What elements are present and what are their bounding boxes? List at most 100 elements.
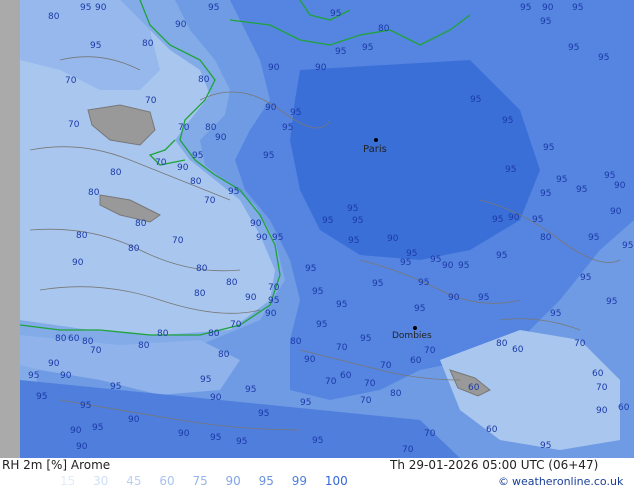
contour-label: 95 xyxy=(290,108,301,118)
legend-value-30: 30 xyxy=(93,474,109,488)
contour-label: 90 xyxy=(175,20,187,30)
contour-label: 95 xyxy=(335,47,346,57)
contour-label: 90 xyxy=(265,103,277,113)
contour-label: 95 xyxy=(92,423,103,433)
contour-label: 90 xyxy=(268,63,280,73)
contour-label: 70 xyxy=(596,383,608,393)
contour-label: 70 xyxy=(380,361,392,371)
contour-label: 95 xyxy=(90,41,101,51)
contour-label: 70 xyxy=(336,343,348,353)
contour-label: 95 xyxy=(210,433,221,443)
contour-label: 95 xyxy=(192,151,203,161)
contour-label: 60 xyxy=(468,383,480,393)
contour-label: 90 xyxy=(304,355,316,365)
contour-label: 95 xyxy=(418,278,429,288)
contour-label: 90 xyxy=(215,133,227,143)
contour-label: 80 xyxy=(290,337,302,347)
contour-label: 90 xyxy=(60,371,72,381)
contour-label: 95 xyxy=(322,216,333,226)
contour-label: 80 xyxy=(208,329,220,339)
legend-value-45: 45 xyxy=(126,474,142,488)
contour-label: 80 xyxy=(390,389,402,399)
contour-label: 90 xyxy=(72,258,84,268)
contour-label: 70 xyxy=(230,320,242,330)
contour-label: 95 xyxy=(80,401,91,411)
contour-label: 95 xyxy=(543,143,554,153)
contour-label: 95 xyxy=(606,297,617,307)
contour-label: 80 xyxy=(205,123,217,133)
contour-label: 95 xyxy=(598,53,609,63)
contour-label: 80 xyxy=(128,244,140,254)
contour-label: 80 xyxy=(226,278,238,288)
contour-label: 80 xyxy=(142,39,154,49)
legend-value-60: 60 xyxy=(159,474,175,488)
map-footer: RH 2m [%] Arome Th 29-01-2026 05:00 UTC … xyxy=(0,458,634,490)
contour-label: 95 xyxy=(300,398,311,408)
copyright-icon: © xyxy=(498,475,509,488)
rh-map-canvas: 95 90 80 90 95 95 80 95 95 95 90 95 95 9… xyxy=(0,0,634,458)
contour-label: 60 xyxy=(410,356,422,366)
contour-label: 95 xyxy=(372,279,383,289)
contour-label: 70 xyxy=(155,158,167,168)
contour-label: 60 xyxy=(618,403,630,413)
contour-label: 95 xyxy=(540,189,551,199)
contour-label: 95 xyxy=(470,95,481,105)
contour-label: 60 xyxy=(592,369,604,379)
contour-label: 95 xyxy=(316,320,327,330)
contour-label: 95 xyxy=(312,287,323,297)
credit-text: weatheronline.co.uk xyxy=(512,475,624,488)
contour-label: 95 xyxy=(208,3,219,13)
contour-label: 95 xyxy=(282,123,293,133)
contour-label: 95 xyxy=(556,175,567,185)
contour-label: 95 xyxy=(580,273,591,283)
contour-label: 90 xyxy=(542,3,554,13)
legend-value-15: 15 xyxy=(60,474,76,488)
contour-label: 80 xyxy=(55,334,67,344)
contour-label: 90 xyxy=(442,261,454,271)
contour-label: 70 xyxy=(268,283,280,293)
contour-label: 70 xyxy=(204,196,216,206)
contour-label: 95 xyxy=(572,3,583,13)
contour-label: 95 xyxy=(312,436,323,446)
contour-label: 90 xyxy=(178,429,190,439)
contour-label: 70 xyxy=(90,346,102,356)
contour-label: 95 xyxy=(400,258,411,268)
contour-label: 60 xyxy=(512,345,524,355)
contour-label: 90 xyxy=(256,233,268,243)
contour-label: 90 xyxy=(610,207,622,217)
contour-label: 95 xyxy=(258,409,269,419)
contour-label: 80 xyxy=(378,24,390,34)
city2-marker-dot xyxy=(413,326,417,330)
contour-label: 95 xyxy=(263,151,274,161)
contour-label: 70 xyxy=(364,379,376,389)
contour-label: 90 xyxy=(210,393,222,403)
contour-label: 90 xyxy=(265,309,277,319)
contour-label: 95 xyxy=(520,3,531,13)
contour-label: 95 xyxy=(576,185,587,195)
contour-label: 95 xyxy=(268,296,279,306)
contour-label: 95 xyxy=(110,382,121,392)
contour-label: 90 xyxy=(448,293,460,303)
contour-label: 95 xyxy=(550,309,561,319)
forecast-datetime: Th 29-01-2026 05:00 UTC (06+47) xyxy=(390,458,599,472)
contour-label: 95 xyxy=(360,334,371,344)
contour-label: 90 xyxy=(128,415,140,425)
contour-label: 80 xyxy=(48,12,60,22)
contour-label: 95 xyxy=(272,233,283,243)
contour-label: 80 xyxy=(135,219,147,229)
legend-value-95: 95 xyxy=(258,474,274,488)
contour-label: 80 xyxy=(138,341,150,351)
contour-label: 80 xyxy=(198,75,210,85)
contour-label: 95 xyxy=(568,43,579,53)
city2-label: Dombies xyxy=(392,331,432,341)
contour-label: 90 xyxy=(315,63,327,73)
contour-label: 95 xyxy=(458,261,469,271)
credit-link[interactable]: © weatheronline.co.uk xyxy=(498,475,623,488)
legend-value-90: 90 xyxy=(225,474,241,488)
contour-label: 95 xyxy=(622,241,633,251)
contour-label: 70 xyxy=(178,123,190,133)
contour-label: 70 xyxy=(325,377,337,387)
contour-label: 70 xyxy=(424,429,436,439)
contour-label: 70 xyxy=(360,396,372,406)
contour-label: 95 xyxy=(245,385,256,395)
